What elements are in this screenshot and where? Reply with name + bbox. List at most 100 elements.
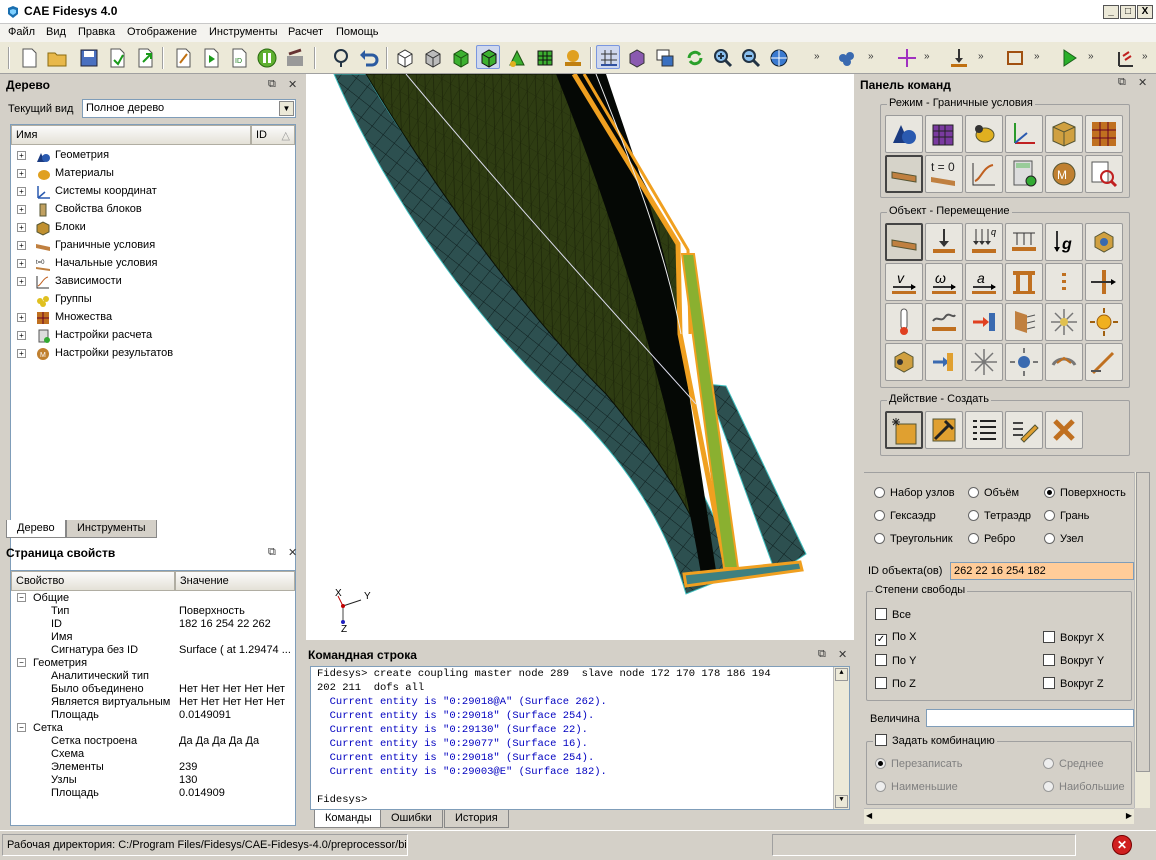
new-file-button[interactable] — [16, 45, 40, 69]
object-id-input[interactable]: 262 22 16 254 182 — [950, 562, 1134, 580]
property-row[interactable]: Аналитический тип — [11, 670, 295, 683]
radio-button[interactable] — [875, 758, 886, 769]
run-script-button[interactable] — [198, 45, 222, 69]
object-heat-generation-button[interactable] — [1085, 303, 1123, 341]
zoom-out-icon[interactable] — [738, 45, 762, 69]
scrollbar-thumb[interactable] — [1136, 472, 1150, 772]
entity-radio[interactable]: Поверхность — [1044, 487, 1126, 499]
magnitude-input[interactable] — [926, 709, 1134, 727]
expand-icon[interactable]: + — [17, 313, 26, 322]
toolbar-overflow-chevron[interactable]: » — [978, 51, 984, 62]
column-header-id[interactable]: ID △ — [251, 125, 295, 145]
expand-icon[interactable]: + — [17, 259, 26, 268]
tab-errors[interactable]: Ошибки — [380, 810, 443, 828]
chevron-down-icon[interactable]: ▼ — [279, 101, 294, 116]
dof-checkbox[interactable]: ✓ По X — [875, 631, 916, 646]
radio-button[interactable] — [1044, 487, 1055, 498]
property-row[interactable]: Схема — [11, 748, 295, 761]
shaded-view-button[interactable] — [448, 45, 472, 69]
maximize-button[interactable]: □ — [1120, 5, 1136, 19]
object-velocity-button[interactable]: v — [885, 263, 923, 301]
menu-calc[interactable]: Расчет — [288, 26, 323, 38]
mode-dependencies-button[interactable] — [965, 155, 1003, 193]
radio-button[interactable] — [968, 510, 979, 521]
scroll-left-icon[interactable]: ◀ — [866, 811, 872, 820]
property-row[interactable]: Было объединено Нет Нет Нет Нет Нет — [11, 683, 295, 696]
combination-checkbox[interactable]: Задать комбинацию — [873, 734, 997, 747]
run-calc-button[interactable] — [1056, 45, 1080, 69]
radio-button[interactable] — [875, 781, 886, 792]
import-button[interactable] — [104, 45, 128, 69]
constraint-button[interactable] — [946, 45, 970, 69]
checkbox-box[interactable] — [1043, 654, 1055, 666]
object-angular-velocity-button[interactable]: ω — [925, 263, 963, 301]
minimize-button[interactable]: _ — [1103, 5, 1119, 19]
entity-radio[interactable]: Узел — [1044, 533, 1083, 545]
property-group[interactable]: − Геометрия — [11, 657, 295, 670]
property-row[interactable]: ID 182 16 254 22 262 — [11, 618, 295, 631]
tools-hammer-button[interactable] — [282, 45, 306, 69]
toolbar-overflow-chevron[interactable]: » — [868, 51, 874, 62]
combination-radio[interactable]: Наибольшие — [1043, 781, 1125, 793]
radio-button[interactable] — [874, 510, 885, 521]
mode-results-settings-button[interactable]: M — [1045, 155, 1083, 193]
geometry-display-button[interactable] — [504, 45, 528, 69]
close-panel-icon[interactable]: ✕ — [838, 648, 847, 661]
toolbar-overflow-chevron[interactable]: » — [1142, 51, 1148, 62]
combination-radio[interactable]: Перезаписать — [875, 758, 962, 770]
checkbox-box[interactable] — [1043, 631, 1055, 643]
mode-calc-settings-button[interactable] — [1005, 155, 1043, 193]
export-button[interactable] — [132, 45, 156, 69]
column-header-name[interactable]: Имя — [11, 125, 251, 145]
object-heat-flux-button[interactable] — [965, 303, 1003, 341]
entity-radio[interactable]: Гексаэдр — [874, 510, 936, 522]
property-row[interactable]: Имя — [11, 631, 295, 644]
mode-sets-button[interactable] — [1085, 115, 1123, 153]
mode-material-button[interactable] — [965, 115, 1003, 153]
expand-icon[interactable]: + — [17, 241, 26, 250]
expand-icon[interactable]: + — [17, 187, 26, 196]
view-select[interactable]: Полное дерево ▼ — [82, 99, 296, 118]
property-row[interactable]: Элементы 239 — [11, 761, 295, 774]
expand-icon[interactable]: + — [17, 349, 26, 358]
wireframe-view-button[interactable] — [392, 45, 416, 69]
close-panel-icon[interactable]: ✕ — [1138, 76, 1147, 89]
object-radiation-button[interactable] — [1005, 303, 1043, 341]
property-row[interactable]: Узлы 130 — [11, 774, 295, 787]
options-hscrollbar[interactable]: ◀ ▶ — [864, 808, 1134, 824]
object-rigid-body-button[interactable] — [1085, 223, 1123, 261]
tab-tree[interactable]: Дерево — [6, 520, 66, 538]
shaded-mesh-view-button[interactable] — [476, 45, 500, 69]
object-convection-button[interactable] — [925, 303, 963, 341]
mode-initial-conditions-button[interactable]: t = 0 — [925, 155, 963, 193]
edit-script-button[interactable] — [170, 45, 194, 69]
property-row[interactable]: Сетка построена Да Да Да Да Да — [11, 735, 295, 748]
entity-radio[interactable]: Набор узлов — [874, 487, 955, 499]
undo-view-button[interactable] — [328, 45, 352, 69]
object-force-button[interactable] — [925, 223, 963, 261]
open-folder-button[interactable] — [44, 45, 68, 69]
combination-checkbox-box[interactable] — [875, 734, 887, 746]
object-star-load-button[interactable] — [965, 343, 1003, 381]
mode-blocks-button[interactable] — [1045, 115, 1083, 153]
dof-checkbox[interactable]: По Z — [875, 677, 916, 690]
object-distributed-load-button[interactable] — [1005, 223, 1043, 261]
radio-button[interactable] — [1044, 533, 1055, 544]
expand-icon[interactable]: + — [17, 223, 26, 232]
entity-radio[interactable]: Грань — [1044, 510, 1089, 522]
property-row[interactable]: Сигнатура без ID Surface ( at 1.29474 ... — [11, 644, 295, 657]
close-panel-icon[interactable]: ✕ — [288, 546, 297, 559]
object-contact-button[interactable] — [885, 343, 923, 381]
entity-radio[interactable]: Объём — [968, 487, 1019, 499]
object-column-support-button[interactable] — [1005, 263, 1043, 301]
collapse-icon[interactable]: − — [17, 593, 26, 602]
radio-button[interactable] — [968, 533, 979, 544]
property-row[interactable]: Является виртуальным Нет Нет Нет Нет Нет — [11, 696, 295, 709]
scroll-up-icon[interactable]: ▲ — [835, 668, 848, 681]
rotate-view-button[interactable] — [766, 45, 790, 69]
close-panel-icon[interactable]: ✕ — [288, 78, 297, 91]
property-row[interactable]: Площадь 0.014909 — [11, 787, 295, 800]
dof-checkbox[interactable]: Вокруг Y — [1043, 654, 1104, 667]
transparency-button[interactable] — [624, 45, 648, 69]
object-flow-button[interactable] — [925, 343, 963, 381]
